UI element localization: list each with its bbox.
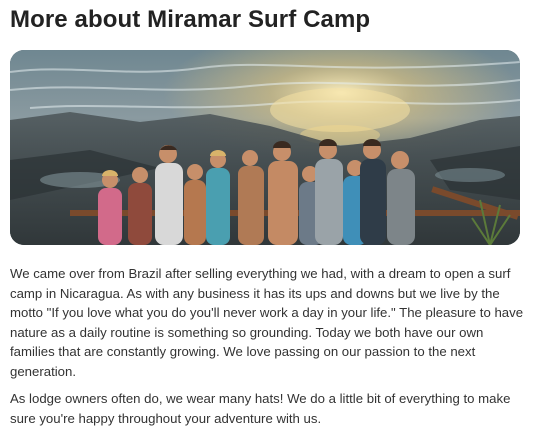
about-paragraph-origin: We came over from Brazil after selling e… [10, 266, 524, 379]
about-paragraph-hats: As lodge owners often do, we wear many h… [10, 391, 511, 426]
camp-group-photo [10, 50, 520, 245]
page-title: More about Miramar Surf Camp [10, 6, 371, 33]
group-photo-illustration [10, 50, 520, 245]
